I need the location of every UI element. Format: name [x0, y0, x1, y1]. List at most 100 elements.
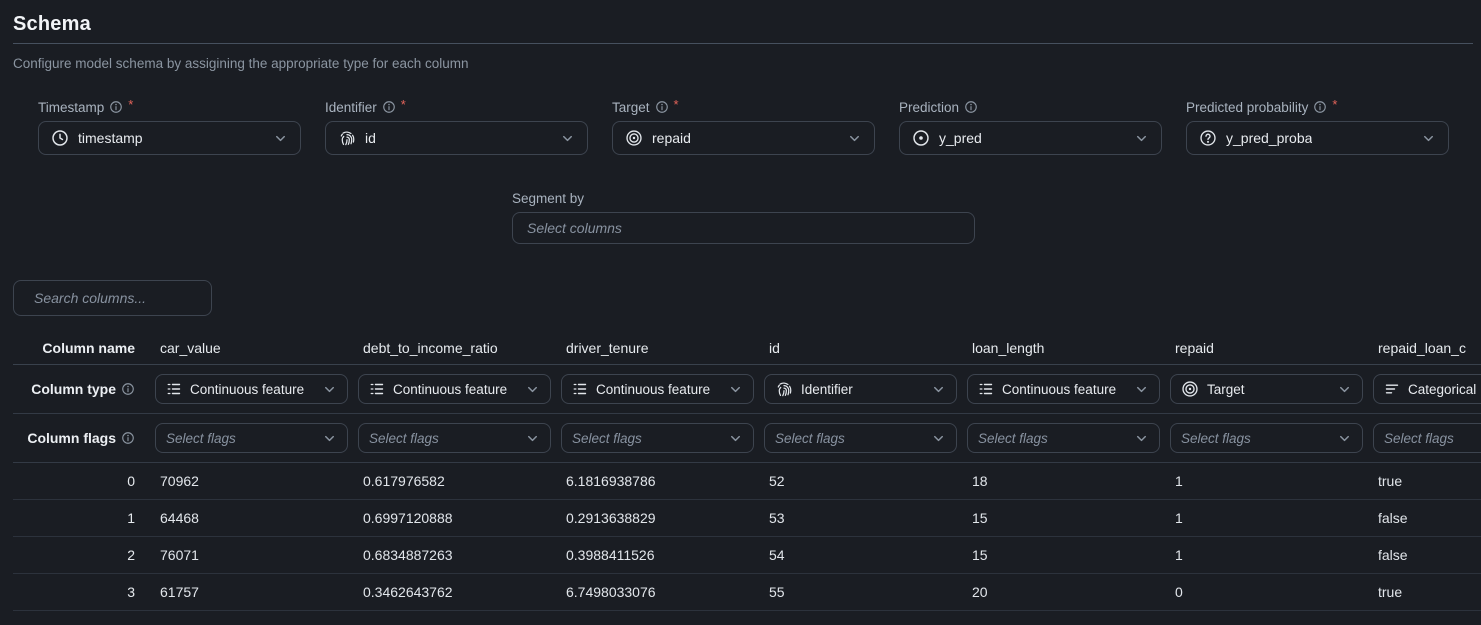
column-flags-placeholder: Select flags — [775, 431, 845, 446]
column-type-select-debt-to-income-ratio[interactable]: Continuous feature — [358, 374, 551, 404]
chevron-down-icon — [1337, 431, 1352, 446]
column-type-value: Continuous feature — [1002, 382, 1116, 397]
info-icon[interactable] — [121, 431, 135, 445]
timestamp-select[interactable]: timestamp — [38, 121, 301, 155]
search-columns-input[interactable] — [34, 290, 199, 306]
column-type-select-repaid[interactable]: Target — [1170, 374, 1363, 404]
chevron-down-icon — [728, 382, 743, 397]
column-header: driver_tenure — [561, 340, 764, 356]
column-header: repaid_loan_c — [1373, 340, 1481, 356]
column-flags-select-loan-length[interactable]: Select flags — [967, 423, 1160, 453]
table-cell: 53 — [764, 510, 967, 526]
column-type-select-driver-tenure[interactable]: Continuous feature — [561, 374, 754, 404]
column-type-select-car-value[interactable]: Continuous feature — [155, 374, 348, 404]
predicted-probability-label-text: Predicted probability — [1186, 100, 1308, 115]
segment-by-field: Segment by Select columns — [512, 191, 975, 244]
table-cell: 64468 — [155, 510, 358, 526]
fingerprint-icon — [775, 380, 793, 398]
info-icon[interactable] — [1313, 100, 1327, 114]
fingerprint-icon — [338, 129, 356, 147]
column-flags-select-repaid-loan-c[interactable]: Select flags — [1373, 423, 1481, 453]
column-flags-cell: Select flags — [1170, 423, 1373, 453]
chevron-down-icon — [1421, 131, 1436, 146]
table-row: 3617570.34626437626.749803307655200true — [13, 574, 1481, 611]
column-type-cell: Continuous feature — [155, 374, 358, 404]
numbered-list-icon — [978, 381, 994, 397]
row-index: 0 — [13, 473, 155, 489]
chevron-down-icon — [560, 131, 575, 146]
numbered-list-icon — [166, 381, 182, 397]
column-flags-label-text: Column flags — [27, 430, 116, 446]
column-flags-select-id[interactable]: Select flags — [764, 423, 957, 453]
table-cell: 1 — [1170, 473, 1373, 489]
segment-by-select[interactable]: Select columns — [512, 212, 975, 244]
info-icon[interactable] — [121, 382, 135, 396]
chevron-down-icon — [525, 431, 540, 446]
prediction-select-value: y_pred — [939, 130, 982, 146]
table-cell: 1 — [1170, 547, 1373, 563]
column-type-value: Continuous feature — [190, 382, 304, 397]
row-index: 2 — [13, 547, 155, 563]
info-icon[interactable] — [109, 100, 123, 114]
identifier-select-value: id — [365, 130, 376, 146]
table-cell: 15 — [967, 510, 1170, 526]
column-type-value: Categorical — [1408, 382, 1476, 397]
info-icon[interactable] — [655, 100, 669, 114]
timestamp-label: Timestamp* — [38, 100, 301, 114]
table-cell: 0.617976582 — [358, 473, 561, 489]
column-type-select-repaid-loan-c[interactable]: Categorical — [1373, 374, 1481, 404]
target-icon — [625, 129, 643, 147]
table-row: 1644680.69971208880.291363882953151false — [13, 500, 1481, 537]
column-type-select-loan-length[interactable]: Continuous feature — [967, 374, 1160, 404]
column-flags-select-debt-to-income-ratio[interactable]: Select flags — [358, 423, 551, 453]
column-type-select-id[interactable]: Identifier — [764, 374, 957, 404]
predicted-probability-select[interactable]: y_pred_proba — [1186, 121, 1449, 155]
schema-field-prediction: Predictiony_pred — [899, 100, 1162, 155]
table-cell: 61757 — [155, 584, 358, 600]
chevron-down-icon — [1337, 382, 1352, 397]
chevron-down-icon — [1134, 382, 1149, 397]
predicted-probability-label: Predicted probability * — [1186, 100, 1449, 114]
segment-by-placeholder: Select columns — [527, 220, 622, 236]
column-type-cell: Categorical — [1373, 374, 1481, 404]
row-index: 1 — [13, 510, 155, 526]
target-label-text: Target — [612, 100, 650, 115]
required-marker: * — [1332, 100, 1337, 110]
category-icon — [1384, 381, 1400, 397]
schema-field-predicted-probability: Predicted probability * y_pred_proba — [1186, 100, 1449, 155]
target-select[interactable]: repaid — [612, 121, 875, 155]
table-cell: 0 — [1170, 584, 1373, 600]
table-cell: 55 — [764, 584, 967, 600]
column-header: car_value — [155, 340, 358, 356]
identifier-select[interactable]: id — [325, 121, 588, 155]
info-icon[interactable] — [382, 100, 396, 114]
table-cell: 6.1816938786 — [561, 473, 764, 489]
column-flags-placeholder: Select flags — [369, 431, 439, 446]
prediction-select[interactable]: y_pred — [899, 121, 1162, 155]
table-row: 2760710.68348872630.398841152654151false — [13, 537, 1481, 574]
chevron-down-icon — [322, 431, 337, 446]
column-flags-select-car-value[interactable]: Select flags — [155, 423, 348, 453]
chevron-down-icon — [931, 382, 946, 397]
table-cell: 76071 — [155, 547, 358, 563]
column-type-cell: Identifier — [764, 374, 967, 404]
column-name-row: Column namecar_valuedebt_to_income_ratio… — [13, 331, 1481, 365]
timestamp-label-text: Timestamp — [38, 100, 104, 115]
info-icon[interactable] — [964, 100, 978, 114]
predicted-probability-select-value: y_pred_proba — [1226, 130, 1312, 146]
required-marker: * — [674, 100, 679, 110]
column-flags-cell: Select flags — [358, 423, 561, 453]
table-cell: 0.3462643762 — [358, 584, 561, 600]
column-header: loan_length — [967, 340, 1170, 356]
segment-by-label: Segment by — [512, 191, 975, 205]
table-cell: false — [1373, 547, 1481, 563]
column-flags-cell: Select flags — [155, 423, 358, 453]
chevron-down-icon — [728, 431, 743, 446]
column-flags-cell: Select flags — [967, 423, 1170, 453]
column-flags-select-repaid[interactable]: Select flags — [1170, 423, 1363, 453]
table-cell: 18 — [967, 473, 1170, 489]
timestamp-select-value: timestamp — [78, 130, 143, 146]
table-cell: 70962 — [155, 473, 358, 489]
numbered-list-icon — [369, 381, 385, 397]
column-flags-select-driver-tenure[interactable]: Select flags — [561, 423, 754, 453]
